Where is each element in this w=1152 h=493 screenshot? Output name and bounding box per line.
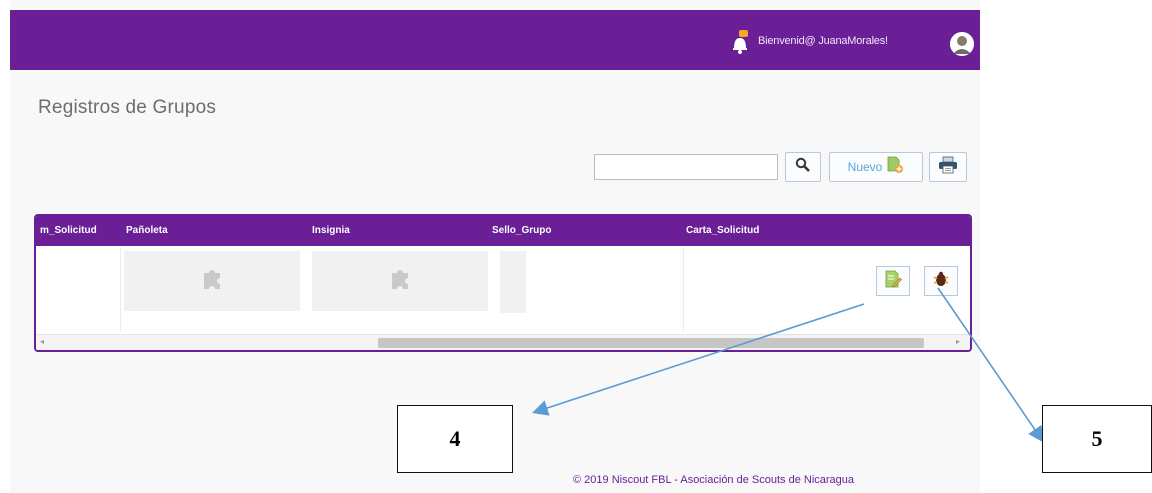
callout-box-5: 5 bbox=[1042, 405, 1152, 473]
edit-icon bbox=[884, 270, 902, 293]
new-button[interactable]: Nuevo bbox=[829, 152, 923, 182]
column-header[interactable]: Insignia bbox=[312, 225, 350, 236]
scrollbar-thumb[interactable] bbox=[378, 338, 924, 348]
new-button-label: Nuevo bbox=[847, 160, 883, 174]
page-title: Registros de Grupos bbox=[38, 97, 217, 118]
column-header[interactable]: m_Solicitud bbox=[40, 225, 97, 236]
search-button[interactable] bbox=[785, 152, 821, 182]
magnifier-icon bbox=[795, 157, 811, 178]
column-header[interactable]: Carta_Solicitud bbox=[686, 225, 759, 236]
user-avatar-icon[interactable] bbox=[950, 32, 974, 56]
top-navbar: Bienvenid@ JuanaMorales! bbox=[10, 10, 980, 70]
scroll-right-arrow-icon[interactable]: ▸ bbox=[956, 337, 960, 346]
callout-label: 4 bbox=[449, 426, 461, 451]
add-document-icon bbox=[886, 156, 904, 179]
delete-button[interactable] bbox=[924, 266, 958, 296]
callout-label: 5 bbox=[1091, 426, 1103, 451]
horizontal-scrollbar[interactable]: ◂ ▸ bbox=[36, 334, 970, 350]
bell-icon[interactable] bbox=[730, 30, 750, 54]
table-cell bbox=[312, 251, 488, 311]
column-header[interactable]: Sello_Grupo bbox=[492, 225, 551, 236]
table-header: m_Solicitud Pañoleta Insignia Sello_Grup… bbox=[36, 216, 970, 246]
table-cell bbox=[500, 251, 526, 313]
table-cell bbox=[124, 251, 300, 311]
column-header[interactable]: Pañoleta bbox=[126, 225, 168, 236]
edit-button[interactable] bbox=[876, 266, 910, 296]
callout-box-4: 4 bbox=[397, 405, 513, 473]
column-divider bbox=[682, 248, 684, 332]
printer-icon bbox=[938, 156, 958, 179]
print-button[interactable] bbox=[929, 152, 967, 182]
scroll-left-arrow-icon[interactable]: ◂ bbox=[40, 337, 44, 346]
footer-copyright: © 2019 Niscout FBL - Asociación de Scout… bbox=[573, 474, 855, 486]
puzzle-placeholder-icon bbox=[385, 264, 415, 299]
search-input[interactable] bbox=[594, 154, 778, 180]
groups-table: m_Solicitud Pañoleta Insignia Sello_Grup… bbox=[34, 214, 972, 352]
welcome-message: Bienvenid@ JuanaMorales! bbox=[758, 35, 888, 47]
puzzle-placeholder-icon bbox=[197, 264, 227, 299]
delete-icon bbox=[932, 270, 950, 293]
table-cell bbox=[36, 248, 121, 332]
